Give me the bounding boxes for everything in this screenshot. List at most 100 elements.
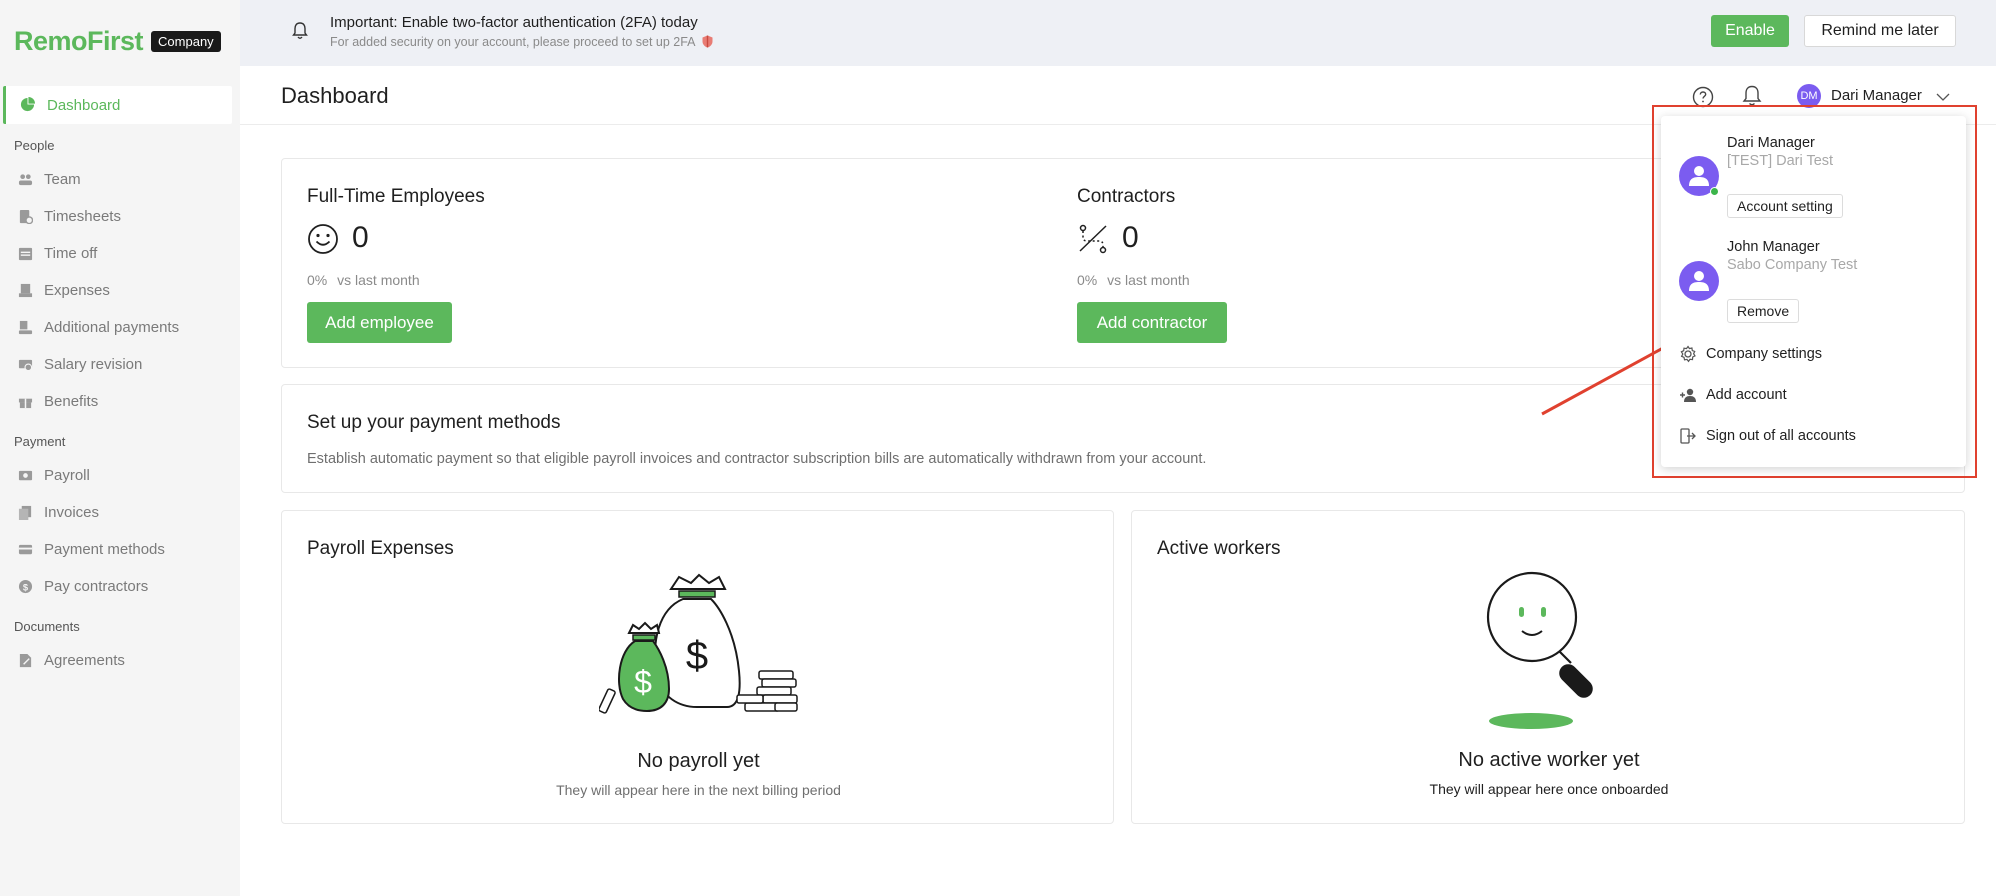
sidebar-item-invoices[interactable]: Invoices [0,494,240,531]
payment-setup-description: Establish automatic payment so that elig… [307,451,1207,467]
add-employee-button[interactable]: Add employee [307,302,452,343]
dollar-circle-icon: $ [18,579,33,594]
invoice-icon [18,505,32,520]
bell-icon [292,22,308,39]
sidebar-item-label: Pay contractors [44,578,149,595]
sidebar-item-label: Time off [44,245,98,262]
account-name: Dari Manager [1727,135,1815,151]
user-menu-trigger[interactable]: Dari Manager [1831,87,1922,104]
menu-item-label: Add account [1706,387,1787,403]
sign-out-all-item[interactable]: Sign out of all accounts [1679,425,1856,447]
shield-icon [702,35,713,48]
contractors-count: 0 [1122,221,1139,254]
calendar-icon [18,247,33,261]
sidebar-item-agreements[interactable]: Agreements [0,642,240,679]
sidebar-item-benefits[interactable]: Benefits [0,383,240,420]
account-company: Sabo Company Test [1727,257,1858,273]
workers-empty-subtitle: They will appear here once onboarded [1429,781,1669,797]
chevron-down-icon[interactable] [1936,92,1950,102]
sidebar-item-expenses[interactable]: Expenses [0,272,240,309]
svg-text:$: $ [23,582,29,592]
sidebar-item-label: Benefits [44,393,99,410]
account-avatar[interactable] [1679,261,1719,301]
sidebar-item-payroll[interactable]: Payroll [0,457,240,494]
workers-empty-title: No active worker yet [1458,749,1640,771]
add-contractor-button[interactable]: Add contractor [1077,302,1227,343]
route-icon [1079,224,1107,254]
sign-out-icon [1680,428,1696,444]
sidebar-item-salary-revision[interactable]: Salary revision [0,346,240,383]
sidebar-item-label: Payroll [44,467,90,484]
add-user-icon [1680,388,1696,402]
payroll-empty-subtitle: They will appear here in the next billin… [556,782,841,798]
company-settings-item[interactable]: Company settings [1679,343,1822,365]
contractors-change-label: vs last month [1107,272,1190,288]
payroll-empty-title: No payroll yet [637,750,760,772]
notifications-icon[interactable] [1742,85,1762,107]
employees-count: 0 [352,221,369,254]
company-badge: Company [151,31,221,52]
sidebar-item-label: Expenses [44,282,110,299]
pie-chart-icon [20,97,35,112]
active-workers-title: Active workers [1157,538,1281,559]
sidebar-item-label: Timesheets [44,208,121,225]
sidebar-item-label: Dashboard [47,96,121,114]
timesheet-icon [19,209,33,224]
remind-later-button[interactable]: Remind me later [1804,15,1956,47]
sidebar-item-time-off[interactable]: Time off [0,235,240,272]
team-icon [18,174,33,186]
card-icon [18,544,33,555]
contractors-change-percent: 0% [1077,272,1098,288]
online-status-dot [1710,187,1719,196]
sidebar: RemoFirst Company Dashboard People Team … [0,0,240,896]
user-icon [1689,166,1709,186]
employees-change-percent: 0% [307,272,328,288]
svg-text:$: $ [634,664,652,700]
nav-section-people: People [14,138,55,153]
smiley-icon [308,224,338,254]
employees-title: Full-Time Employees [307,186,485,207]
payment-icon [18,320,33,335]
sidebar-item-label: Team [44,171,81,188]
sidebar-item-team[interactable]: Team [0,161,240,198]
contractors-title: Contractors [1077,186,1176,207]
logo[interactable]: RemoFirst Company [14,26,221,57]
employees-change: 0% vs last month [307,272,420,288]
employees-change-label: vs last month [337,272,420,288]
account-company: [TEST] Dari Test [1727,153,1834,169]
nav-section-payment: Payment [14,434,66,449]
contractors-change: 0% vs last month [1077,272,1190,288]
gear-icon [1680,345,1696,363]
sidebar-item-label: Payment methods [44,541,165,558]
account-setting-button[interactable]: Account setting [1727,194,1843,218]
sidebar-item-label: Salary revision [44,356,143,373]
payroll-expenses-title: Payroll Expenses [307,538,454,559]
nav-section-documents: Documents [14,619,80,634]
sidebar-item-additional-payments[interactable]: Additional payments [0,309,240,346]
menu-item-label: Sign out of all accounts [1706,428,1856,444]
sidebar-item-pay-contractors[interactable]: $ Pay contractors [0,568,240,605]
payroll-expenses-card: Payroll Expenses $ $ No payroll yet They… [281,510,1114,824]
sidebar-item-timesheets[interactable]: Timesheets [0,198,240,235]
account-dropdown: Dari Manager [TEST] Dari Test Account se… [1661,116,1966,467]
enable-2fa-button[interactable]: Enable [1711,15,1789,47]
sidebar-item-label: Agreements [44,652,125,669]
sidebar-item-payment-methods[interactable]: Payment methods [0,531,240,568]
receipt-icon [18,283,33,298]
salary-icon [18,359,33,372]
menu-item-label: Company settings [1706,346,1823,362]
document-icon [19,653,32,668]
sidebar-nav: Dashboard People Team Timesheets Time of… [0,86,240,679]
add-account-item[interactable]: Add account [1679,384,1787,406]
account-name: John Manager [1727,239,1820,255]
gift-icon [18,398,33,409]
magnifier-smiley-illustration [1486,571,1593,729]
logo-text: RemoFirst [14,26,144,56]
remove-account-button[interactable]: Remove [1727,299,1800,323]
money-bags-illustration: $ $ [599,573,798,714]
svg-text:$: $ [686,634,708,678]
sidebar-item-label: Additional payments [44,319,180,336]
money-icon [18,470,33,481]
sidebar-item-dashboard[interactable]: Dashboard [3,86,232,124]
two-factor-banner: Important: Enable two-factor authenticat… [240,0,1996,66]
